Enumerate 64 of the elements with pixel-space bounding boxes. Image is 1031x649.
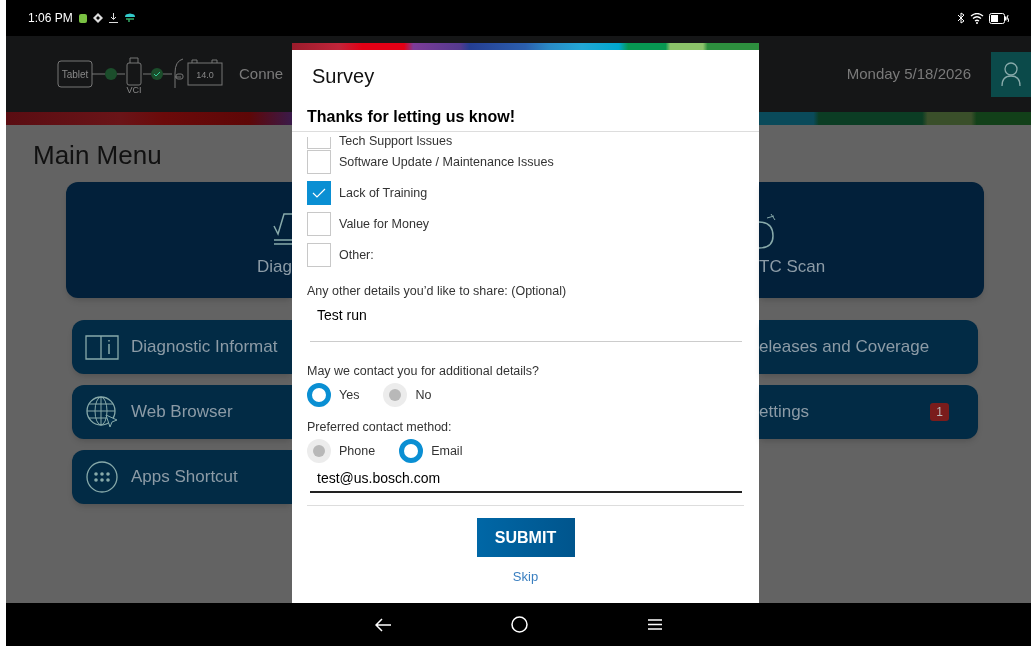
diagnostics-tile[interactable]: Diag — [66, 182, 292, 298]
radio-button[interactable] — [399, 439, 424, 463]
menu-tile[interactable]: eleases and Coverage — [759, 320, 978, 374]
wifi-icon — [970, 12, 984, 24]
email-field[interactable]: test@us.bosch.com — [310, 468, 742, 493]
user-icon — [1001, 62, 1021, 86]
option-label: Other: — [339, 247, 374, 263]
option-label: Software Update / Maintenance Issues — [339, 154, 554, 170]
home-icon[interactable] — [511, 616, 528, 633]
checkbox[interactable] — [307, 212, 331, 236]
download-icon — [108, 13, 118, 23]
menu-tile[interactable]: Diagnostic Informat — [72, 320, 292, 374]
tile-label: eleases and Coverage — [759, 336, 930, 359]
checkbox[interactable] — [307, 243, 331, 267]
option-label: Lack of Training — [339, 185, 428, 201]
option-label: Value for Money — [339, 216, 430, 232]
tile-label: Web Browser — [131, 401, 233, 424]
menu-tile[interactable]: ettings 1 — [759, 385, 978, 439]
contact-question: May we contact you for additional details? — [307, 363, 541, 379]
radio-label: No — [415, 386, 432, 404]
dtc-scan-tile[interactable]: TC Scan — [759, 182, 984, 298]
cloud-icon — [123, 13, 136, 23]
connection-diagram: Tablet VCI 14.0 — [57, 55, 227, 93]
tile-label: ettings — [759, 401, 810, 424]
connection-status: Conne — [239, 63, 284, 84]
battery-icon — [989, 12, 1009, 24]
stopwatch-icon — [759, 212, 776, 251]
method-label: Preferred contact method: — [307, 419, 453, 435]
user-button[interactable] — [991, 51, 1031, 97]
option-label: Tech Support Issues — [339, 134, 453, 149]
radio-label: Yes — [339, 386, 360, 404]
radio-button[interactable] — [383, 383, 408, 407]
book-info-icon — [85, 334, 119, 360]
date-label: Monday 5/18/2026 — [846, 63, 971, 84]
details-field[interactable]: Test run — [310, 301, 742, 342]
radio-label: Phone — [339, 442, 376, 460]
status-time: 1:06 PM — [28, 10, 73, 27]
tile-label: Apps Shortcut — [131, 466, 238, 489]
radio-button[interactable] — [307, 383, 331, 407]
dialog-heading: Thanks for letting us know! — [307, 108, 515, 125]
menu-tile[interactable]: Web Browser — [72, 385, 292, 439]
checkbox[interactable] — [307, 137, 331, 149]
bluetooth-icon — [957, 12, 965, 24]
dialog-title: Survey — [312, 64, 376, 88]
menu-tile[interactable]: Apps Shortcut — [72, 450, 292, 504]
radio-button[interactable] — [307, 439, 331, 463]
apps-grid-icon — [85, 460, 119, 494]
checkbox[interactable] — [307, 181, 331, 205]
notification-badge: 1 — [930, 403, 949, 421]
skip-link[interactable]: Skip — [512, 567, 539, 587]
check-icon — [312, 188, 326, 198]
tile-label: Diag — [257, 256, 292, 279]
checkbox[interactable] — [307, 150, 331, 174]
page-title: Main Menu — [33, 139, 163, 171]
menu-icon[interactable] — [648, 619, 662, 630]
tile-label: TC Scan — [759, 256, 826, 279]
details-label: Any other details you’d like to share: (Optional) — [307, 283, 568, 299]
tile-label: Diagnostic Informat — [131, 336, 278, 359]
diamond-icon — [92, 13, 103, 23]
back-icon[interactable] — [375, 617, 391, 632]
radio-label: Email — [431, 442, 463, 460]
globe-cursor-icon — [85, 395, 119, 429]
submit-button[interactable]: SUBMIT — [476, 518, 575, 557]
square-root-icon — [272, 212, 292, 247]
